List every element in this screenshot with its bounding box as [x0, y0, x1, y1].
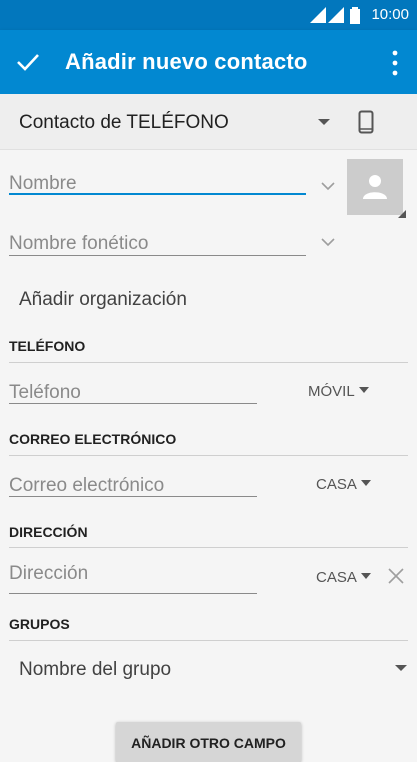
wifi-signal-icon	[310, 7, 326, 23]
add-organization-link[interactable]: Añadir organización	[19, 289, 187, 311]
email-input[interactable]: Correo electrónico	[9, 475, 164, 497]
address-type-label: CASA	[316, 569, 357, 586]
address-input[interactable]: Dirección	[9, 563, 88, 585]
divider	[9, 362, 408, 363]
check-icon[interactable]	[14, 48, 42, 76]
phone-type-select[interactable]: MÓVIL	[308, 383, 369, 400]
page-title: Añadir nuevo contacto	[65, 49, 308, 74]
contact-photo[interactable]	[347, 159, 406, 218]
phone-type-label: MÓVIL	[308, 383, 355, 400]
add-another-field-button[interactable]: AÑADIR OTRO CAMPO	[116, 722, 301, 762]
dropdown-caret-icon	[360, 480, 371, 487]
divider	[9, 640, 408, 641]
close-icon[interactable]	[388, 568, 404, 584]
name-input-underline	[9, 193, 306, 195]
groups-section-header: GRUPOS	[9, 616, 70, 632]
status-time: 10:00	[371, 6, 409, 23]
person-icon	[363, 175, 387, 199]
email-type-select[interactable]: CASA	[316, 476, 371, 493]
email-input-underline	[9, 496, 257, 497]
more-vert-icon[interactable]	[391, 50, 399, 76]
phonetic-name-underline	[9, 255, 306, 256]
app-bar: Añadir nuevo contacto	[0, 30, 417, 94]
phone-input-underline	[9, 403, 257, 404]
phone-section-header: TELÉFONO	[9, 338, 86, 354]
divider	[9, 547, 408, 548]
group-name-select[interactable]: Nombre del grupo	[19, 659, 171, 681]
group-dropdown-caret-icon[interactable]	[395, 665, 407, 671]
address-input-underline	[9, 593, 257, 594]
phone-device-icon	[358, 110, 374, 134]
divider	[9, 455, 408, 456]
dropdown-caret-icon	[360, 573, 371, 580]
photo-corner-indicator	[398, 210, 406, 218]
dropdown-caret-icon	[358, 387, 369, 394]
name-input[interactable]: Nombre	[9, 173, 77, 195]
address-section-header: DIRECCIÓN	[9, 524, 88, 540]
address-type-select[interactable]: CASA	[316, 569, 371, 586]
phone-input[interactable]: Teléfono	[9, 382, 81, 404]
battery-icon	[350, 7, 360, 24]
chevron-down-icon[interactable]	[321, 238, 335, 247]
chevron-down-icon[interactable]	[321, 182, 335, 191]
email-type-label: CASA	[316, 476, 357, 493]
cell-signal-icon	[328, 7, 344, 23]
email-section-header: CORREO ELECTRÓNICO	[9, 431, 177, 447]
phonetic-name-input[interactable]: Nombre fonético	[9, 233, 148, 255]
status-bar: 10:00	[0, 0, 417, 30]
account-dropdown-caret-icon	[318, 119, 330, 125]
account-selector[interactable]: Contacto de TELÉFONO	[0, 94, 417, 150]
account-label: Contacto de TELÉFONO	[19, 112, 229, 133]
